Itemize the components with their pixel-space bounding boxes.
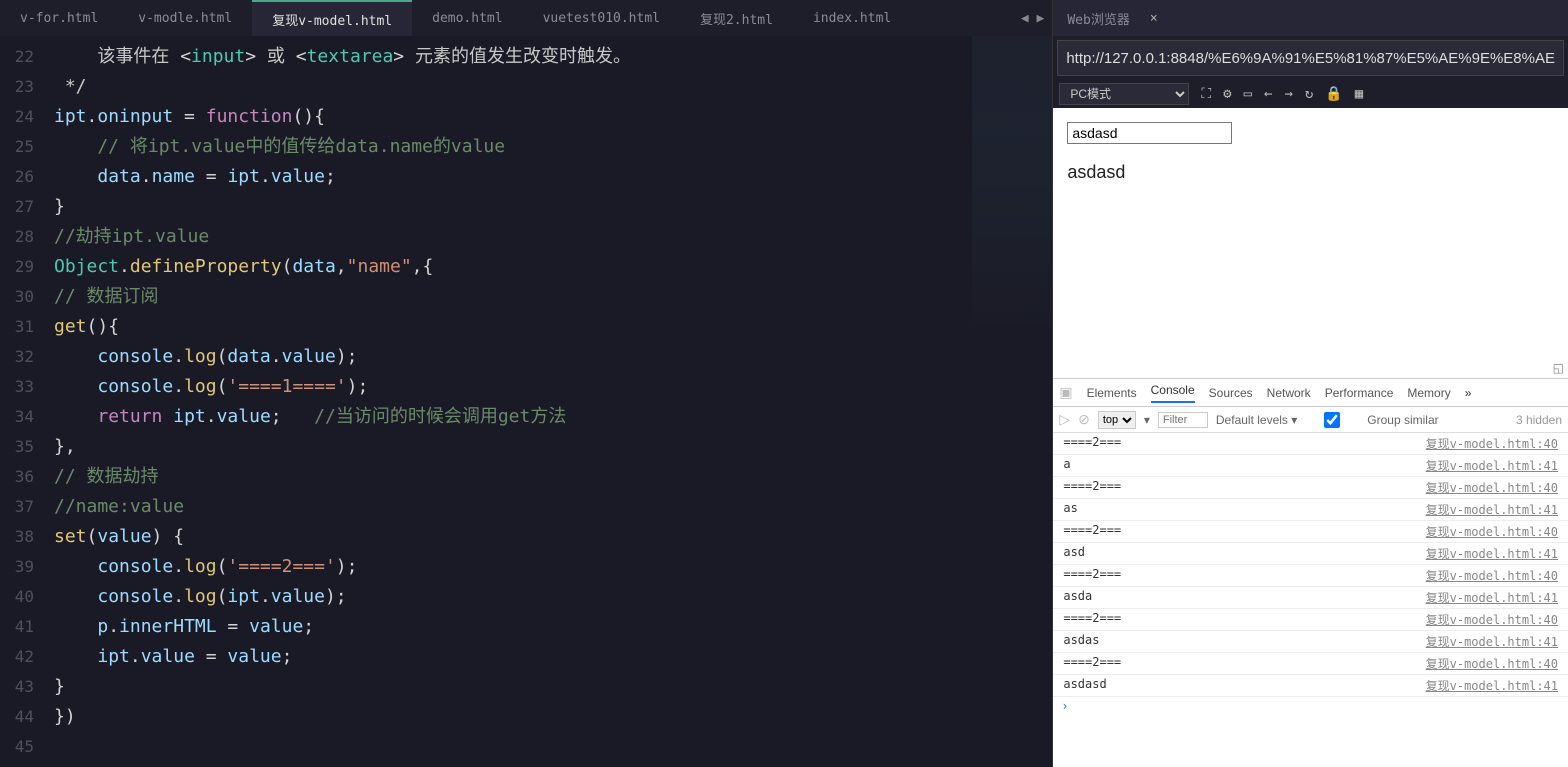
console-message: asdasd: [1063, 677, 1106, 694]
console-source-link[interactable]: 复现v-model.html:41: [1426, 589, 1558, 606]
filter-input[interactable]: [1158, 412, 1208, 428]
console-row: asd 复现v-model.html:41: [1053, 543, 1568, 565]
devtools-tab-console[interactable]: Console: [1151, 383, 1195, 403]
devtools-tab-memory[interactable]: Memory: [1407, 386, 1450, 400]
console-source-link[interactable]: 复现v-model.html:40: [1426, 611, 1558, 628]
clear-console-icon[interactable]: ▷: [1059, 411, 1070, 428]
console-source-link[interactable]: 复现v-model.html:40: [1426, 567, 1558, 584]
console-message: ====2===: [1063, 435, 1121, 452]
devtools: ◱ ▣ ElementsConsoleSourcesNetworkPerform…: [1053, 378, 1568, 767]
console-source-link[interactable]: 复现v-model.html:41: [1426, 633, 1558, 650]
console-source-link[interactable]: 复现v-model.html:40: [1426, 523, 1558, 540]
editor-tab[interactable]: vuetest010.html: [523, 0, 680, 36]
group-similar-checkbox[interactable]: [1307, 412, 1357, 428]
console-row: a 复现v-model.html:41: [1053, 455, 1568, 477]
console-filter-bar: ▷ ⊘ top ▾ Default levels ▾ Group similar…: [1053, 407, 1568, 433]
console-row: ====2=== 复现v-model.html:40: [1053, 565, 1568, 587]
minimap[interactable]: [972, 36, 1052, 336]
code-content[interactable]: 该事件在 <input> 或 <textarea> 元素的值发生改变时触发。 *…: [44, 36, 1052, 767]
console-source-link[interactable]: 复现v-model.html:41: [1426, 501, 1558, 518]
line-gutter: 2223242526272829303132333435363738394041…: [0, 36, 44, 767]
console-source-link[interactable]: 复现v-model.html:41: [1426, 457, 1558, 474]
console-source-link[interactable]: 复现v-model.html:41: [1426, 677, 1558, 694]
console-row: as 复现v-model.html:41: [1053, 499, 1568, 521]
devtools-tab-network[interactable]: Network: [1267, 386, 1311, 400]
levels-dropdown[interactable]: Default levels ▾: [1216, 413, 1297, 427]
close-icon[interactable]: ×: [1144, 11, 1164, 26]
preview-output-text: asdasd: [1067, 162, 1554, 183]
editor-area: v-for.htmlv-modle.html复现v-model.htmldemo…: [0, 0, 1052, 767]
console-message: ====2===: [1063, 523, 1121, 540]
hidden-count[interactable]: 3 hidden: [1516, 413, 1562, 427]
console-message: ====2===: [1063, 611, 1121, 628]
console-source-link[interactable]: 复现v-model.html:40: [1426, 479, 1558, 496]
editor-tab[interactable]: demo.html: [412, 0, 522, 36]
console-row: ====2=== 复现v-model.html:40: [1053, 521, 1568, 543]
editor-tab[interactable]: v-modle.html: [118, 0, 252, 36]
editor-tab-bar: v-for.htmlv-modle.html复现v-model.htmldemo…: [0, 0, 1052, 36]
console-message: ====2===: [1063, 567, 1121, 584]
devtools-tab-sources[interactable]: Sources: [1209, 386, 1253, 400]
popout-icon[interactable]: ◱: [1553, 361, 1564, 375]
inspect-icon[interactable]: ▣: [1059, 384, 1072, 401]
browser-tab-bar: Web浏览器 ×: [1053, 0, 1568, 36]
editor-tab[interactable]: 复现2.html: [680, 0, 793, 36]
console-prompt[interactable]: ›: [1053, 697, 1568, 715]
browser-panel: Web浏览器 × http://127.0.0.1:8848/%E6%9A%91…: [1052, 0, 1568, 767]
qr-icon[interactable]: ▦: [1355, 86, 1363, 102]
forward-icon[interactable]: →: [1284, 86, 1292, 102]
context-select[interactable]: top: [1098, 411, 1136, 429]
console-message: ====2===: [1063, 479, 1121, 496]
mode-select[interactable]: PC模式: [1059, 83, 1189, 105]
console-message: ====2===: [1063, 655, 1121, 672]
console-message: asda: [1063, 589, 1092, 606]
editor-tab[interactable]: 复现v-model.html: [252, 0, 412, 36]
tab-scroll-arrows[interactable]: ◀ ▶: [1013, 11, 1052, 26]
expand-icon[interactable]: ⛶: [1201, 86, 1211, 102]
editor-body: 2223242526272829303132333435363738394041…: [0, 36, 1052, 767]
console-message: as: [1063, 501, 1077, 518]
gear-icon[interactable]: ⚙: [1223, 86, 1231, 102]
group-similar-label: Group similar: [1367, 413, 1438, 427]
console-row: asdasd 复现v-model.html:41: [1053, 675, 1568, 697]
console-source-link[interactable]: 复现v-model.html:40: [1426, 435, 1558, 452]
console-row: ====2=== 复现v-model.html:40: [1053, 433, 1568, 455]
console-output: ====2=== 复现v-model.html:40 a 复现v-model.html…: [1053, 433, 1568, 767]
console-message: asd: [1063, 545, 1085, 562]
console-row: asdas 复现v-model.html:41: [1053, 631, 1568, 653]
console-row: ====2=== 复现v-model.html:40: [1053, 477, 1568, 499]
console-row: ====2=== 复现v-model.html:40: [1053, 653, 1568, 675]
devtools-tab-elements[interactable]: Elements: [1087, 386, 1137, 400]
screenshot-icon[interactable]: ▭: [1244, 86, 1252, 102]
browser-tab[interactable]: Web浏览器: [1053, 0, 1143, 36]
editor-tab[interactable]: index.html: [793, 0, 911, 36]
devtools-tabs: ▣ Elements Console Sources Network Performan…: [1053, 379, 1568, 407]
console-source-link[interactable]: 复现v-model.html:41: [1426, 545, 1558, 562]
console-row: ====2=== 复现v-model.html:40: [1053, 609, 1568, 631]
browser-toolbar: PC模式 ⛶ ⚙ ▭ ← → ↻ 🔒 ▦: [1053, 80, 1568, 108]
console-row: asda 复现v-model.html:41: [1053, 587, 1568, 609]
preview-text-input[interactable]: [1067, 122, 1232, 144]
console-message: a: [1063, 457, 1070, 474]
more-tabs-icon[interactable]: »: [1465, 386, 1472, 400]
back-icon[interactable]: ←: [1264, 86, 1272, 102]
devtools-tab-performance[interactable]: Performance: [1325, 386, 1394, 400]
editor-tab[interactable]: v-for.html: [0, 0, 118, 36]
console-message: asdas: [1063, 633, 1099, 650]
page-preview: asdasd: [1053, 108, 1568, 378]
url-bar[interactable]: http://127.0.0.1:8848/%E6%9A%91%E5%81%87…: [1057, 40, 1564, 76]
lock-icon[interactable]: 🔒: [1325, 86, 1342, 102]
console-source-link[interactable]: 复现v-model.html:40: [1426, 655, 1558, 672]
no-icon[interactable]: ⊘: [1078, 411, 1090, 428]
reload-icon[interactable]: ↻: [1305, 86, 1313, 102]
